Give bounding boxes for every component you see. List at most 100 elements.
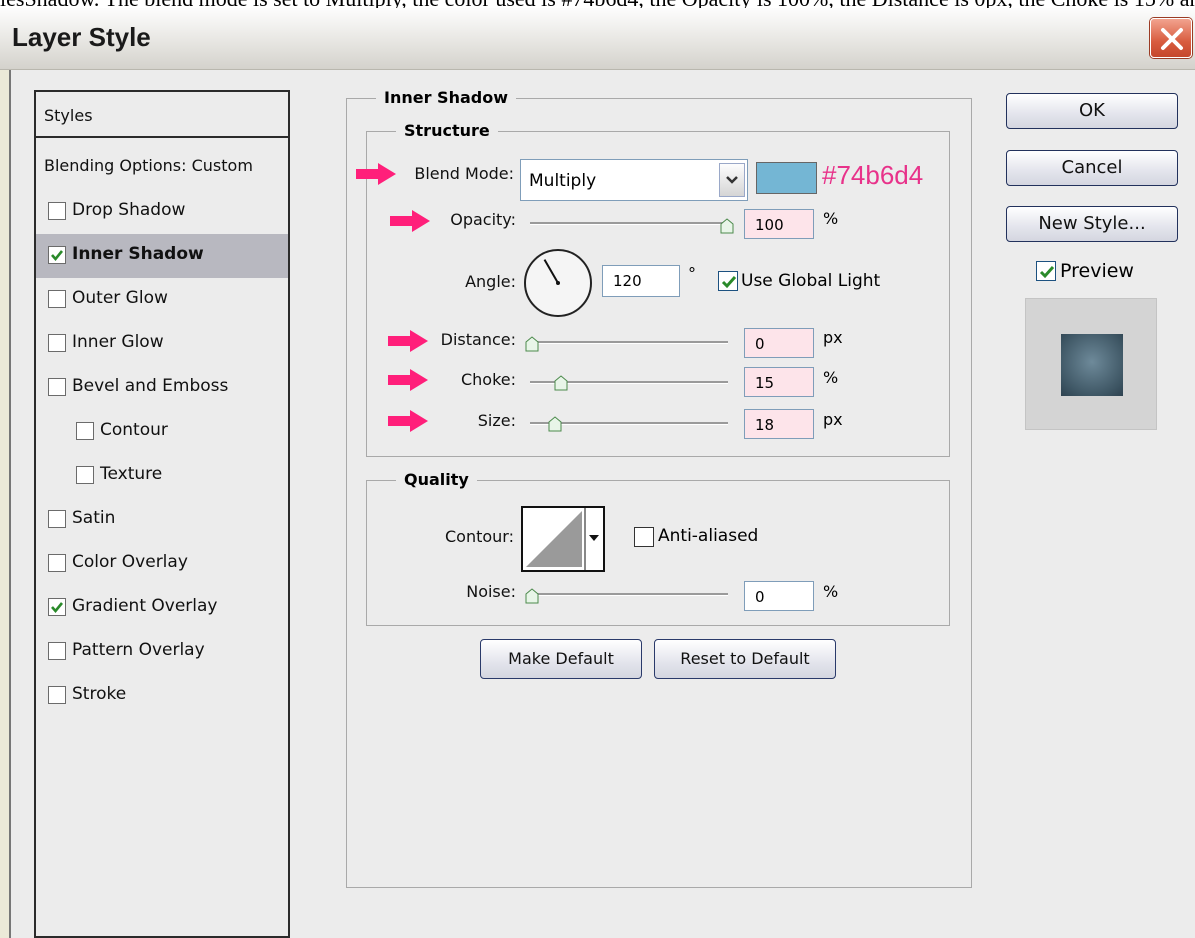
preview-label[interactable]: Preview xyxy=(1060,260,1134,282)
new-style-button[interactable]: New Style... xyxy=(1006,206,1178,242)
check-icon xyxy=(51,250,64,262)
style-item-pattern-overlay[interactable]: Pattern Overlay xyxy=(36,630,288,674)
preview-checkbox[interactable] xyxy=(1036,261,1056,281)
noise-label: Noise: xyxy=(466,582,516,601)
choke-slider-thumb[interactable] xyxy=(554,375,568,391)
choke-unit: % xyxy=(823,368,839,387)
style-item-satin[interactable]: Satin xyxy=(36,498,288,542)
style-item-checkbox[interactable] xyxy=(76,422,94,440)
style-item-checkbox[interactable] xyxy=(48,290,66,308)
blending-options-item[interactable]: Blending Options: Custom xyxy=(36,140,288,188)
style-item-label: Satin xyxy=(72,508,116,528)
anti-aliased-label[interactable]: Anti-aliased xyxy=(658,526,758,546)
angle-dial[interactable] xyxy=(522,247,594,319)
style-item-checkbox[interactable] xyxy=(48,378,66,396)
opacity-label: Opacity: xyxy=(450,210,516,229)
style-item-texture[interactable]: Texture xyxy=(36,454,288,498)
style-item-inner-shadow[interactable]: Inner Shadow xyxy=(36,234,288,278)
style-item-checkbox[interactable] xyxy=(76,466,94,484)
style-item-drop-shadow[interactable]: Drop Shadow xyxy=(36,190,288,234)
style-item-checkbox[interactable] xyxy=(48,334,66,352)
use-global-light-label[interactable]: Use Global Light xyxy=(741,271,880,291)
style-item-checkbox[interactable] xyxy=(48,246,66,264)
style-item-checkbox[interactable] xyxy=(48,686,66,704)
cancel-button[interactable]: Cancel xyxy=(1006,150,1178,186)
reset-to-default-button[interactable]: Reset to Default xyxy=(654,639,836,679)
clipped-caption: lesShadow. The blend mode is set to Mult… xyxy=(0,0,1195,8)
size-label: Size: xyxy=(477,411,516,430)
style-item-stroke[interactable]: Stroke xyxy=(36,674,288,718)
opacity-slider-track[interactable] xyxy=(530,222,728,225)
chevron-down-icon[interactable] xyxy=(719,163,745,197)
style-item-label: Outer Glow xyxy=(72,288,168,308)
distance-slider-track[interactable] xyxy=(530,341,728,344)
style-item-label: Bevel and Emboss xyxy=(72,376,229,396)
style-item-color-overlay[interactable]: Color Overlay xyxy=(36,542,288,586)
inner-shadow-title: Inner Shadow xyxy=(376,88,516,107)
angle-label: Angle: xyxy=(465,272,516,291)
style-item-checkbox[interactable] xyxy=(48,598,66,616)
choke-input[interactable]: 15 xyxy=(744,367,814,397)
noise-input[interactable]: 0 xyxy=(744,581,814,611)
window-title: Layer Style xyxy=(12,22,151,52)
style-item-label: Inner Glow xyxy=(72,332,164,352)
styles-list-panel: Styles Blending Options: Custom Drop Sha… xyxy=(34,90,290,938)
distance-unit: px xyxy=(823,328,843,347)
size-unit: px xyxy=(823,410,843,429)
distance-input[interactable]: 0 xyxy=(744,328,814,358)
style-item-outer-glow[interactable]: Outer Glow xyxy=(36,278,288,322)
style-item-label: Contour xyxy=(100,420,168,440)
style-item-label: Inner Shadow xyxy=(72,244,204,264)
blend-mode-select[interactable]: Multiply xyxy=(520,159,748,201)
color-hex-annotation: #74b6d4 xyxy=(822,160,924,190)
size-input[interactable]: 18 xyxy=(744,409,814,439)
title-bar xyxy=(0,8,1195,70)
opacity-unit: % xyxy=(823,209,839,228)
noise-slider-track[interactable] xyxy=(530,593,728,596)
close-icon xyxy=(1161,28,1183,50)
quality-title: Quality xyxy=(396,470,477,489)
opacity-input[interactable]: 100 xyxy=(744,209,814,239)
opacity-slider-thumb[interactable] xyxy=(720,218,734,234)
blend-mode-value: Multiply xyxy=(529,171,597,191)
noise-slider-thumb[interactable] xyxy=(525,588,539,604)
style-item-label: Stroke xyxy=(72,684,127,704)
check-icon xyxy=(721,276,737,289)
preview-swatch xyxy=(1061,334,1123,396)
contour-label: Contour: xyxy=(445,527,514,546)
quality-group xyxy=(366,480,950,626)
style-item-contour[interactable]: Contour xyxy=(36,410,288,454)
contour-picker[interactable] xyxy=(521,506,605,572)
distance-slider-thumb[interactable] xyxy=(525,336,539,352)
style-item-gradient-overlay[interactable]: Gradient Overlay xyxy=(36,586,288,630)
distance-label: Distance: xyxy=(440,330,516,349)
style-item-bevel-and-emboss[interactable]: Bevel and Emboss xyxy=(36,366,288,410)
angle-input[interactable]: 120 xyxy=(602,265,680,297)
styles-header[interactable]: Styles xyxy=(36,92,288,138)
shadow-color-swatch[interactable] xyxy=(756,162,817,194)
anti-aliased-checkbox[interactable] xyxy=(634,527,654,547)
check-icon xyxy=(51,602,64,614)
check-icon xyxy=(1039,266,1055,279)
style-item-label: Drop Shadow xyxy=(72,200,186,220)
make-default-button[interactable]: Make Default xyxy=(480,639,642,679)
ok-button[interactable]: OK xyxy=(1006,93,1178,129)
style-item-checkbox[interactable] xyxy=(48,510,66,528)
choke-label: Choke: xyxy=(460,370,516,389)
style-item-inner-glow[interactable]: Inner Glow xyxy=(36,322,288,366)
style-item-label: Pattern Overlay xyxy=(72,640,205,660)
style-preview-box xyxy=(1025,298,1157,430)
style-item-label: Color Overlay xyxy=(72,552,188,572)
close-button[interactable] xyxy=(1150,18,1192,58)
use-global-light-checkbox[interactable] xyxy=(718,271,738,291)
angle-unit: ° xyxy=(688,264,696,283)
structure-title: Structure xyxy=(396,121,498,140)
noise-unit: % xyxy=(823,582,839,601)
style-item-checkbox[interactable] xyxy=(48,554,66,572)
style-item-label: Gradient Overlay xyxy=(72,596,218,616)
size-slider-thumb[interactable] xyxy=(548,416,562,432)
style-item-label: Texture xyxy=(100,464,163,484)
blend-mode-label: Blend Mode: xyxy=(414,164,514,183)
style-item-checkbox[interactable] xyxy=(48,642,66,660)
style-item-checkbox[interactable] xyxy=(48,202,66,220)
